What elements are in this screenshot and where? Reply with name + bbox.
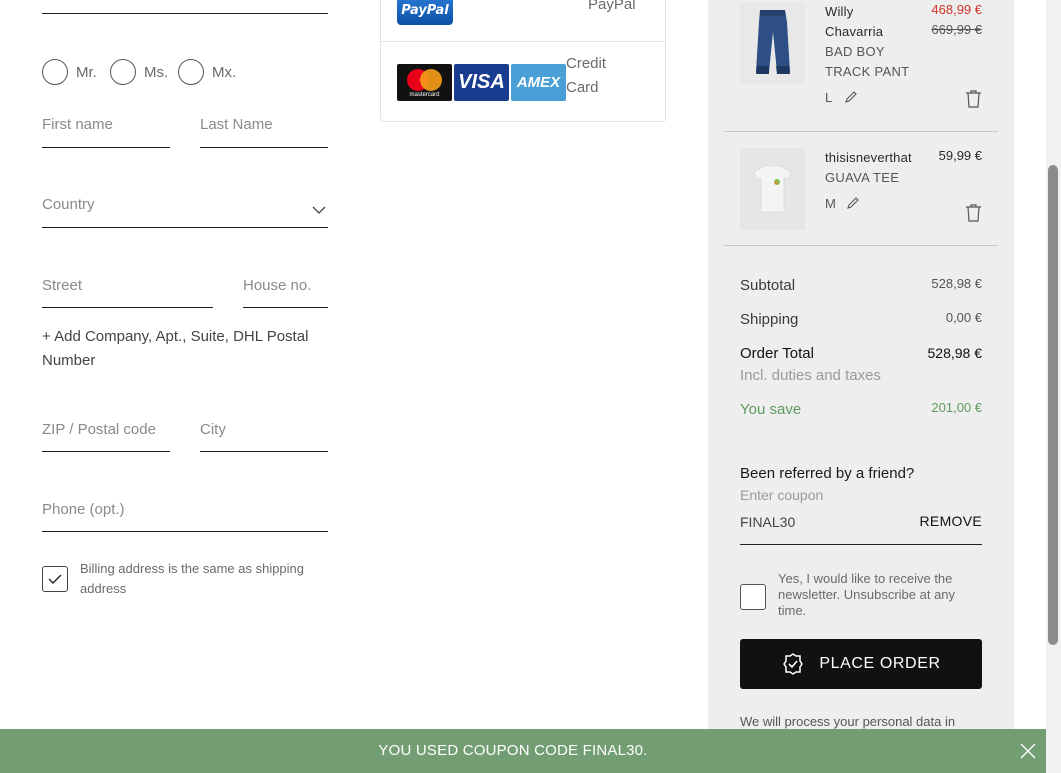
shield-check-icon	[783, 653, 804, 675]
referral-title: Been referred by a friend?	[740, 465, 915, 482]
order-total-note: Incl. duties and taxes	[740, 367, 881, 384]
item-1-old-price: 669,99 €	[931, 22, 982, 37]
billing-same-label: Billing address is the same as shipping …	[80, 561, 305, 596]
item-1-brand: Willy Chavarria	[825, 4, 884, 39]
newsletter-label: Yes, I would like to receive the newslet…	[778, 571, 956, 618]
visa-logo: VISA	[454, 64, 509, 101]
country-select[interactable]: Country	[42, 196, 328, 228]
salutation-mx[interactable]: Mx.	[178, 58, 242, 86]
radio-ms[interactable]	[110, 59, 136, 85]
item-1-name: BAD BOY TRACK PANT	[825, 44, 910, 79]
item-divider	[724, 245, 998, 246]
privacy-note: We will process your personal data in	[740, 714, 956, 729]
you-save-value: 201,00 €	[931, 400, 982, 415]
track-pant-image	[756, 10, 790, 74]
coupon-banner: YOU USED COUPON CODE FINAL30.	[0, 729, 1046, 773]
product-thumbnail[interactable]	[740, 2, 805, 84]
item-divider	[724, 131, 998, 132]
checkmark-icon	[48, 574, 62, 584]
paypal-logo: PayPal	[397, 0, 453, 25]
shipping-label: Shipping	[740, 311, 799, 328]
zip-field[interactable]: ZIP / Postal code	[42, 421, 170, 452]
order-total-value: 528,98 €	[927, 345, 983, 361]
item-1-price: 468,99 €	[931, 2, 982, 17]
radio-mr[interactable]	[42, 59, 68, 85]
item-1-size: L	[825, 90, 833, 105]
place-order-label: PLACE ORDER	[819, 655, 941, 672]
phone-placeholder: Phone (opt.)	[42, 501, 125, 518]
house-no-placeholder: House no.	[243, 277, 312, 294]
item-2-name: GUAVA TEE	[825, 170, 900, 185]
payment-option-paypal[interactable]: PayPal PayPal	[381, 0, 665, 42]
city-field[interactable]: City	[200, 421, 328, 452]
item-2-brand: thisisneverthat	[825, 150, 912, 165]
paypal-logo-text: PayPal	[401, 3, 449, 18]
mastercard-logo: mastercard	[397, 64, 452, 101]
last-name-placeholder: Last Name	[200, 116, 273, 133]
close-icon[interactable]	[1020, 743, 1036, 759]
item-2-price: 59,99 €	[938, 148, 982, 163]
trash-icon[interactable]	[965, 204, 982, 222]
amex-logo: AMEX	[511, 64, 566, 101]
last-name-field[interactable]: Last Name	[200, 116, 328, 148]
first-name-field[interactable]: First name	[42, 116, 170, 148]
trash-icon[interactable]	[965, 90, 982, 108]
visa-logo-text: VISA	[458, 71, 505, 93]
salutation-mr[interactable]: Mr.	[42, 58, 102, 86]
payment-methods: PayPal PayPal mastercard VISA AMEX Credi…	[380, 0, 666, 122]
credit-card-label: Credit Card	[566, 55, 607, 96]
top-field-underline	[42, 0, 328, 14]
shipping-value: 0,00 €	[945, 310, 982, 325]
order-total-label: Order Total	[740, 345, 814, 362]
add-company-link[interactable]: + Add Company, Apt., Suite, DHL Postal N…	[42, 325, 322, 373]
amex-logo-text: AMEX	[516, 74, 561, 91]
zip-placeholder: ZIP / Postal code	[42, 421, 156, 438]
guava-tee-image	[753, 165, 792, 213]
house-no-field[interactable]: House no.	[243, 277, 328, 308]
radio-mx[interactable]	[178, 59, 204, 85]
edit-pencil-icon[interactable]	[846, 196, 860, 210]
radio-ms-label: Ms.	[144, 63, 169, 81]
coupon-placeholder: Enter coupon	[740, 487, 824, 503]
mastercard-logo-text: mastercard	[409, 92, 440, 98]
country-placeholder: Country	[42, 196, 95, 213]
street-placeholder: Street	[42, 277, 83, 294]
coupon-input[interactable]: FINAL30 REMOVE	[740, 510, 982, 545]
first-name-placeholder: First name	[42, 116, 113, 133]
you-save-label: You save	[740, 401, 802, 418]
radio-mx-label: Mx.	[212, 63, 237, 81]
place-order-button[interactable]: PLACE ORDER	[740, 639, 982, 689]
billing-same-checkbox[interactable]	[42, 566, 68, 592]
chevron-down-icon	[312, 206, 326, 214]
phone-field[interactable]: Phone (opt.)	[42, 501, 328, 532]
product-thumbnail[interactable]	[740, 148, 805, 230]
radio-mr-label: Mr.	[76, 63, 97, 81]
subtotal-value: 528,98 €	[931, 276, 982, 291]
coupon-value: FINAL30	[740, 514, 796, 530]
city-placeholder: City	[200, 421, 226, 438]
salutation-ms[interactable]: Ms.	[110, 58, 172, 86]
payment-option-credit-card[interactable]: mastercard VISA AMEX Credit Card	[381, 42, 665, 122]
scrollbar-thumb[interactable]	[1048, 165, 1058, 645]
item-2-size: M	[825, 196, 836, 211]
remove-coupon-button[interactable]: REMOVE	[920, 513, 982, 529]
street-field[interactable]: Street	[42, 277, 213, 308]
subtotal-label: Subtotal	[740, 277, 796, 294]
newsletter-checkbox[interactable]	[740, 584, 766, 610]
paypal-label: PayPal	[588, 0, 636, 13]
coupon-banner-message: YOU USED COUPON CODE FINAL30.	[378, 742, 648, 759]
edit-pencil-icon[interactable]	[844, 90, 858, 104]
